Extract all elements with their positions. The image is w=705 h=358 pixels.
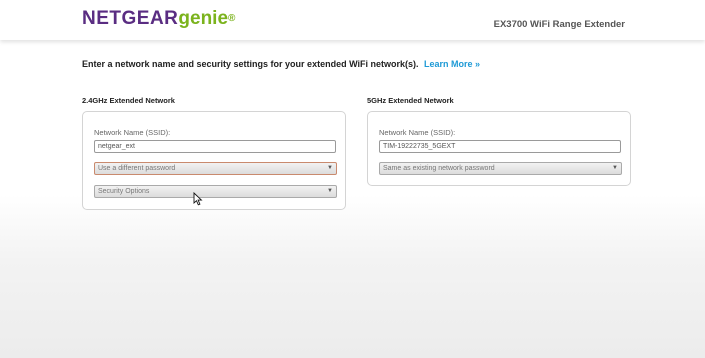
ssid-label-5ghz: Network Name (SSID): xyxy=(379,128,456,137)
chevron-down-icon: ▼ xyxy=(327,188,333,194)
security-options-select-24ghz[interactable]: Security Options ▼ xyxy=(94,185,337,198)
security-options-select-24ghz-value: Security Options xyxy=(98,188,150,195)
intro-text: Enter a network name and security settin… xyxy=(82,59,480,69)
netgear-genie-logo: NETGEARgenie® xyxy=(82,8,236,30)
password-select-5ghz[interactable]: Same as existing network password ▼ xyxy=(379,162,622,175)
password-select-24ghz[interactable]: Use a different password ▼ xyxy=(94,162,337,175)
mouse-pointer-icon xyxy=(193,192,203,206)
chevron-down-icon: ▼ xyxy=(612,165,618,171)
ssid-label-24ghz: Network Name (SSID): xyxy=(94,128,171,137)
section-title-5ghz: 5GHz Extended Network xyxy=(367,96,454,105)
logo-dot: ® xyxy=(228,13,236,24)
section-title-24ghz: 2.4GHz Extended Network xyxy=(82,96,175,105)
logo-product: genie xyxy=(178,8,229,29)
intro-label: Enter a network name and security settin… xyxy=(82,59,419,69)
password-select-5ghz-value: Same as existing network password xyxy=(383,165,495,172)
panel-24ghz: Network Name (SSID): Use a different pas… xyxy=(82,111,346,210)
panel-5ghz: Network Name (SSID): Same as existing ne… xyxy=(367,111,631,186)
ssid-input-24ghz[interactable] xyxy=(94,140,336,153)
header-bar: NETGEARgenie® EX3700 WiFi Range Extender xyxy=(0,0,705,40)
chevron-down-icon: ▼ xyxy=(327,165,333,171)
product-name: EX3700 WiFi Range Extender xyxy=(493,19,625,30)
password-select-24ghz-value: Use a different password xyxy=(98,165,176,172)
learn-more-link[interactable]: Learn More » xyxy=(424,59,480,69)
ssid-input-5ghz[interactable] xyxy=(379,140,621,153)
logo-brand: NETGEAR xyxy=(82,8,179,29)
